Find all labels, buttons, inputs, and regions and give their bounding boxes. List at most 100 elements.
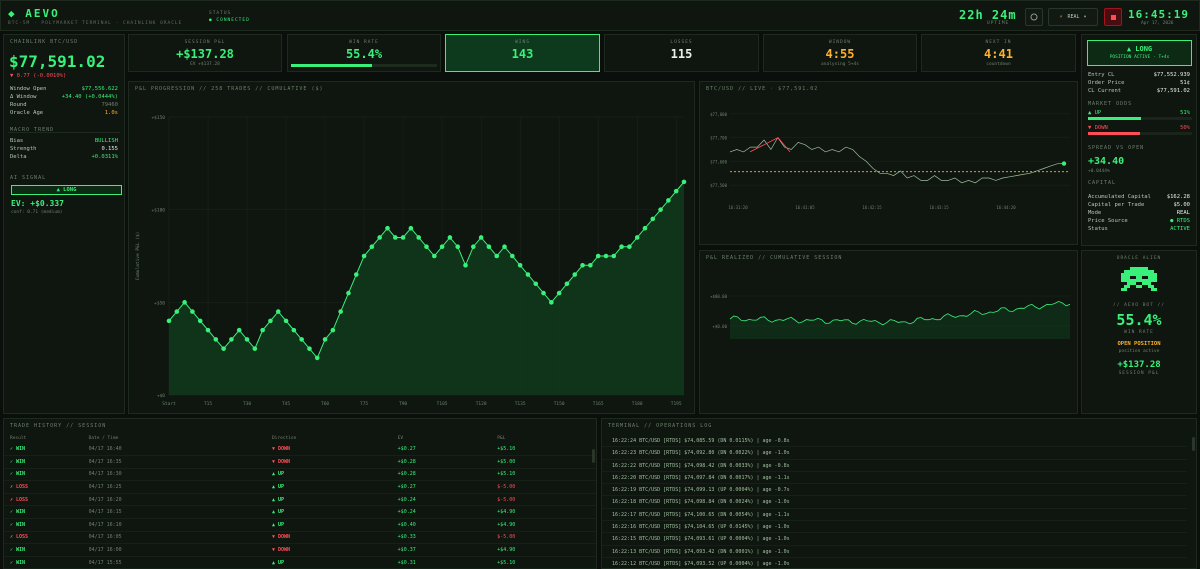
table-row[interactable]: ✓ WIN 04/17 16:15 ▲ UP +$0.24 +$4.90 bbox=[4, 505, 596, 520]
capital-row: Mode REAL bbox=[1082, 209, 1196, 217]
capital-row: Capital per Trade $5.00 bbox=[1082, 201, 1196, 209]
top-header: ◆ AEVO BTC-5M · POLYMARKET TERMINAL · CH… bbox=[0, 0, 1200, 31]
alien-logo-icon: ◆ bbox=[8, 7, 17, 20]
oracle-win-rate: 55.4% bbox=[1116, 311, 1162, 329]
app-logo: ◆ AEVO bbox=[8, 7, 60, 20]
capital-row: Status ACTIVE bbox=[1082, 225, 1196, 233]
column-header[interactable]: Result bbox=[4, 434, 83, 443]
pnl-point bbox=[619, 244, 624, 250]
logo-text: AEVO bbox=[25, 7, 60, 20]
table-row[interactable]: ✗ LOSS 04/17 16:20 ▲ UP +$0.24 $-5.00 bbox=[4, 493, 596, 507]
long-position-button[interactable]: ▲ LONG POSITION ACTIVE · T+4s bbox=[1087, 40, 1192, 66]
odds-down-track bbox=[1088, 132, 1192, 135]
pnl-point bbox=[307, 346, 312, 351]
x-tick-label: 16:31:20 bbox=[728, 205, 748, 210]
pnl-point bbox=[353, 272, 359, 277]
macro-key: Delta bbox=[10, 154, 27, 160]
table-row[interactable]: ✓ WIN 04/17 16:10 ▲ UP +$0.40 +$4.90 bbox=[4, 518, 596, 532]
btc-current-point bbox=[1061, 161, 1067, 166]
position-detail-key: Order Price bbox=[1088, 80, 1125, 86]
stat-label: NEXT IN bbox=[985, 40, 1012, 45]
table-cell: +$0.40 bbox=[391, 518, 492, 532]
column-header[interactable]: P&L bbox=[491, 434, 596, 443]
pnl-point bbox=[236, 327, 242, 333]
stat-sub: analysing 5+4s bbox=[821, 62, 859, 67]
table-row[interactable]: ✓ WIN 04/17 16:40 ▼ DOWN +$0.27 +$5.10 bbox=[4, 443, 596, 457]
x-tick-label: T15 bbox=[204, 401, 212, 407]
table-cell: +$5.10 bbox=[491, 468, 596, 482]
stat-label: WINS bbox=[515, 40, 530, 45]
macro-value: +0.0311% bbox=[91, 154, 119, 160]
table-row[interactable]: ✓ WIN 04/17 15:55 ▲ UP +$0.31 +$5.10 bbox=[4, 556, 596, 569]
odds-title: MARKET ODDS bbox=[1088, 101, 1133, 107]
mode-toggle-button[interactable]: ⚡ REAL ▾ bbox=[1048, 8, 1098, 26]
trade-history-panel: TRADE HISTORY // SESSION Result Date / Ti… bbox=[3, 418, 597, 569]
stop-icon bbox=[1110, 14, 1116, 20]
price-detail-row: Window Open $77,556.622 bbox=[4, 85, 124, 93]
table-cell: ✓ WIN bbox=[4, 505, 83, 520]
ev-sub: conf: 0.71 (medium) bbox=[11, 210, 63, 215]
pnl-point bbox=[471, 244, 476, 250]
x-tick-label: T150 bbox=[554, 401, 565, 407]
spread-value: +34.40 bbox=[1088, 156, 1125, 167]
pnl-point bbox=[416, 235, 421, 240]
x-tick-label: T30 bbox=[243, 401, 251, 407]
table-row[interactable]: ✓ WIN 04/17 16:35 ▼ DOWN +$0.28 +$5.00 bbox=[4, 455, 596, 469]
capital-details: Accumulated Capital $162.28 Capital per Tr… bbox=[1082, 193, 1196, 233]
pnl-point bbox=[588, 262, 593, 268]
log-line: 16:22:13 BTC/USD [RTDS] $74,093.42 (DN 0… bbox=[602, 546, 1187, 558]
trade-history-title: TRADE HISTORY // SESSION bbox=[10, 423, 107, 429]
capital-key: Accumulated Capital bbox=[1088, 194, 1151, 200]
table-row[interactable]: ✗ LOSS 04/17 16:25 ▲ UP +$0.27 $-5.00 bbox=[4, 480, 596, 494]
x-tick-label: T135 bbox=[515, 401, 526, 407]
column-header[interactable]: Direction bbox=[266, 434, 392, 443]
pnl-point bbox=[525, 272, 531, 277]
pnl-point bbox=[447, 235, 453, 240]
pnl-point bbox=[658, 207, 663, 212]
table-cell: +$5.00 bbox=[491, 455, 596, 469]
column-header[interactable]: Date / Time bbox=[83, 434, 266, 443]
table-cell: 04/17 15:55 bbox=[82, 556, 266, 569]
clock-date: Apr 17, 2026 bbox=[1141, 21, 1174, 26]
table-cell: 04/17 16:05 bbox=[82, 531, 266, 545]
uptime-label: UPTIME bbox=[987, 21, 1010, 26]
capital-value: $5.00 bbox=[1173, 202, 1190, 208]
table-cell: 04/17 16:10 bbox=[82, 518, 266, 532]
capital-row: Accumulated Capital $162.28 bbox=[1082, 193, 1196, 201]
stat-label: LOSSES bbox=[670, 40, 693, 45]
stat-label: WIN RATE bbox=[349, 40, 379, 45]
table-row[interactable]: ✗ LOSS 04/17 16:05 ▼ DOWN +$0.33 $-5.00 bbox=[4, 531, 596, 545]
long-button-sub: POSITION ACTIVE · T+4s bbox=[1109, 55, 1170, 60]
y-axis-label: Cumulative P&L ($) bbox=[135, 232, 141, 281]
table-cell: ▼ DOWN bbox=[265, 543, 392, 557]
odds-down-value: 50% bbox=[1180, 125, 1190, 131]
price-detail-value: $77,556.622 bbox=[81, 86, 118, 92]
pnl-point bbox=[634, 235, 640, 240]
price-detail-key: Window Open bbox=[10, 86, 47, 92]
table-cell: 04/17 16:25 bbox=[82, 480, 266, 494]
stat-card: SESSION P&L +$137.28 EV +$137.28 bbox=[128, 34, 282, 72]
column-header[interactable]: EV bbox=[392, 434, 492, 443]
table-cell: +$5.10 bbox=[491, 443, 596, 457]
table-row[interactable]: ✓ WIN 04/17 16:00 ▼ DOWN +$0.37 +$4.90 bbox=[4, 543, 596, 557]
ev-value: EV: +$0.337 bbox=[11, 199, 64, 208]
history-scrollbar[interactable] bbox=[592, 449, 595, 463]
y-tick-label: +$100 bbox=[151, 208, 165, 214]
pnl-point bbox=[229, 337, 234, 342]
pnl-point bbox=[650, 216, 656, 222]
price-panel: CHAINLINK BTC/USD $77,591.02 ▼ 0.77 (-0.… bbox=[3, 34, 125, 414]
log-scrollbar[interactable] bbox=[1192, 437, 1195, 451]
btc-price-line bbox=[729, 136, 1065, 184]
stat-value: +$137.28 bbox=[176, 47, 234, 61]
oracle-pnl: +$137.28 bbox=[1117, 360, 1161, 370]
pnl-point bbox=[549, 300, 554, 305]
pnl-point bbox=[502, 244, 507, 250]
stop-button[interactable] bbox=[1104, 8, 1122, 26]
settings-button[interactable] bbox=[1025, 8, 1043, 26]
table-row[interactable]: ✓ WIN 04/17 16:30 ▲ UP +$0.28 +$5.10 bbox=[4, 468, 596, 482]
long-button-label: ▲ LONG bbox=[1126, 45, 1153, 53]
pnl-chart-panel: P&L PROGRESSION // 258 TRADES // CUMULAT… bbox=[128, 81, 695, 414]
macro-value: BULLISH bbox=[94, 138, 118, 144]
table-cell: +$0.27 bbox=[391, 443, 492, 457]
x-tick-label: Start bbox=[162, 401, 176, 407]
